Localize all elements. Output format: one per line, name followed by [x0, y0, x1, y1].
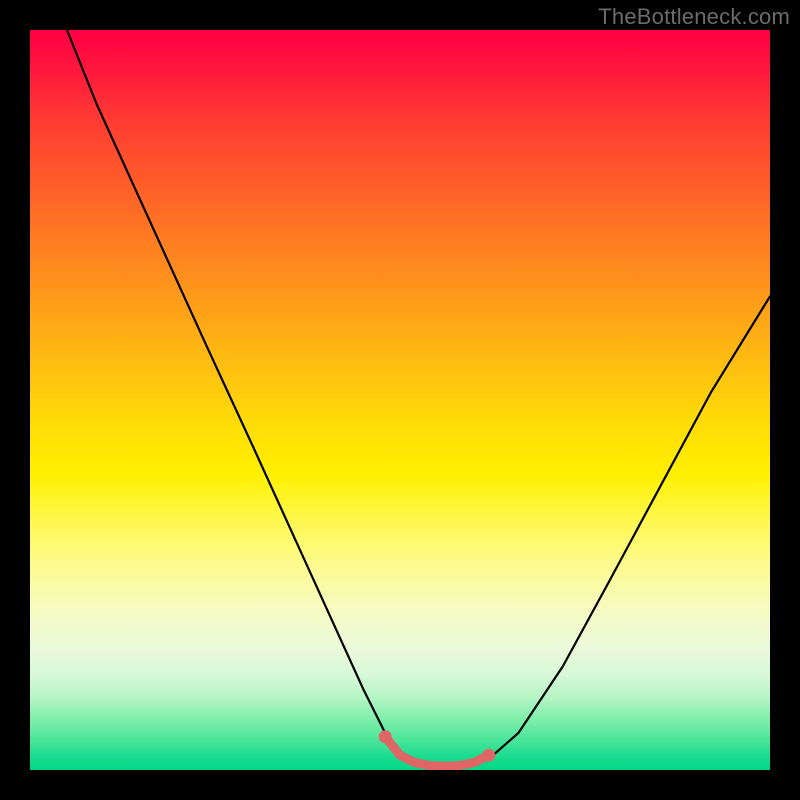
- watermark-text: TheBottleneck.com: [598, 4, 790, 30]
- optimal-region-highlight: [30, 30, 770, 770]
- plot-area: [30, 30, 770, 770]
- chart-frame: TheBottleneck.com: [0, 0, 800, 800]
